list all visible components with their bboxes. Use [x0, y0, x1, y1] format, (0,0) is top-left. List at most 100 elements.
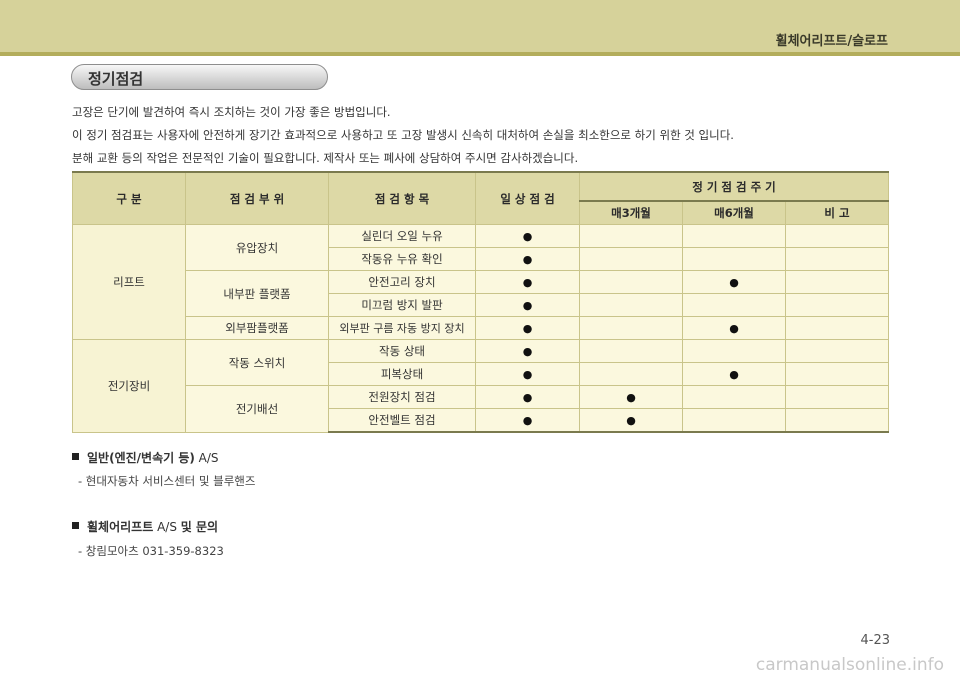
part-cell: 내부판 플랫폼: [185, 270, 329, 317]
remark-cell: [784, 247, 890, 271]
top-banner-rule: [0, 52, 960, 56]
header-remark: 비 고: [784, 200, 890, 225]
6month-cell: [682, 224, 786, 248]
note-heading-rest: A/S: [153, 520, 181, 534]
remark-cell: [784, 362, 890, 386]
6month-cell: [682, 408, 786, 433]
item-cell: 작동 상태: [328, 339, 476, 363]
part-cell: 유압장치: [185, 224, 329, 271]
6month-cell: ●: [682, 270, 786, 294]
check-dot-icon: ●: [522, 253, 533, 266]
daily-cell: ●: [475, 339, 580, 363]
3month-cell: [579, 316, 683, 340]
note-heading-suffix: 및 문의: [180, 520, 219, 534]
header-6month: 매6개월: [682, 200, 786, 225]
3month-cell: [579, 270, 683, 294]
3month-cell: [579, 362, 683, 386]
header-3month: 매3개월: [579, 200, 683, 225]
note-heading: 휠체어리프트: [87, 520, 154, 534]
section-heading: 정기점검: [71, 64, 328, 90]
3month-cell: [579, 339, 683, 363]
intro-line: 분해 교환 등의 작업은 전문적인 기술이 필요합니다. 제작사 또는 폐사에 …: [72, 151, 579, 165]
service-note-general-detail: - 현대자동차 서비스센터 및 블루핸즈: [78, 474, 256, 488]
item-cell: 안전벨트 점검: [328, 408, 476, 433]
check-dot-icon: ●: [522, 345, 533, 358]
remark-cell: [784, 316, 890, 340]
page-number: 4-23: [860, 633, 890, 648]
daily-cell: ●: [475, 270, 580, 294]
item-cell: 실린더 오일 누유: [328, 224, 476, 248]
table-row: 전기장비 작동 스위치 작동 상태 ●: [72, 339, 890, 433]
item-cell: 외부판 구름 자동 방지 장치: [328, 316, 476, 340]
3month-cell: [579, 293, 683, 317]
remark-cell: [784, 408, 890, 433]
6month-cell: ●: [682, 362, 786, 386]
item-cell: 미끄럼 방지 발판: [328, 293, 476, 317]
6month-cell: ●: [682, 316, 786, 340]
item-cell: 피복상태: [328, 362, 476, 386]
daily-cell: ●: [475, 316, 580, 340]
check-dot-icon: ●: [729, 322, 739, 335]
header-daily: 일 상 점 검: [475, 171, 580, 225]
check-dot-icon: ●: [522, 414, 533, 427]
service-note-general: 일반(엔진/변속기 등) A/S: [72, 449, 219, 466]
check-dot-icon: ●: [522, 276, 533, 289]
6month-cell: [682, 385, 786, 409]
remark-cell: [784, 339, 890, 363]
6month-cell: [682, 339, 786, 363]
bullet-square-icon: [72, 453, 79, 460]
service-note-lift-detail: - 창림모아츠 031-359-8323: [78, 544, 224, 558]
daily-cell: ●: [475, 408, 580, 433]
3month-cell: [579, 247, 683, 271]
note-heading: 일반(엔진/변속기 등): [87, 451, 195, 465]
part-cell: 외부팜플랫폼: [185, 316, 329, 340]
table-row: 내부판 플랫폼 안전고리 장치 ● ●: [73, 270, 890, 317]
check-dot-icon: ●: [522, 322, 533, 335]
check-dot-icon: ●: [729, 368, 739, 381]
header-item: 점 검 항 목: [328, 171, 476, 225]
3month-cell: ●: [579, 408, 683, 433]
note-heading-rest: A/S: [194, 451, 219, 465]
category-cell: 리프트: [72, 224, 186, 340]
table-row: 외부팜플랫폼 외부판 구름 자동 방지 장치 ● ●: [73, 316, 890, 340]
daily-cell: ●: [475, 293, 580, 317]
3month-cell: ●: [579, 385, 683, 409]
header-part: 점 검 부 위: [185, 171, 329, 225]
daily-cell: ●: [475, 385, 580, 409]
remark-cell: [784, 385, 890, 409]
service-note-lift: 휠체어리프트 A/S 및 문의: [72, 518, 218, 535]
6month-cell: [682, 247, 786, 271]
6month-cell: [682, 293, 786, 317]
part-cell: 작동 스위치: [185, 339, 329, 386]
check-dot-icon: ●: [522, 391, 533, 404]
table-row: 전기배선 전원장치 점검 ● ●: [73, 385, 890, 433]
check-dot-icon: ●: [522, 230, 533, 243]
daily-cell: ●: [475, 362, 580, 386]
check-dot-icon: ●: [729, 276, 739, 289]
item-cell: 안전고리 장치: [328, 270, 476, 294]
intro-paragraph: 고장은 단기에 발견하여 즉시 조치하는 것이 가장 좋은 방법입니다. 이 정…: [72, 101, 734, 170]
table-row: 리프트 유압장치 실린더 오일 누유 ●: [72, 224, 890, 340]
intro-line: 이 정기 점검표는 사용자에 안전하게 장기간 효과적으로 사용하고 또 고장 …: [72, 128, 734, 142]
bullet-square-icon: [72, 522, 79, 529]
category-cell: 전기장비: [72, 339, 186, 433]
check-dot-icon: ●: [522, 299, 533, 312]
remark-cell: [784, 270, 890, 294]
intro-line: 고장은 단기에 발견하여 즉시 조치하는 것이 가장 좋은 방법입니다.: [72, 105, 391, 119]
daily-cell: ●: [475, 247, 580, 271]
item-cell: 전원장치 점검: [328, 385, 476, 409]
part-cell: 전기배선: [185, 385, 329, 433]
3month-cell: [579, 224, 683, 248]
section-title: 정기점검: [88, 70, 144, 88]
item-cell: 작동유 누유 확인: [328, 247, 476, 271]
watermark: carmanualsonline.info: [755, 655, 944, 675]
maintenance-table: 구 분 점 검 부 위 점 검 항 목 일 상 점 검 정 기 점 검 주 기 …: [72, 171, 890, 433]
remark-cell: [784, 224, 890, 248]
header-category: 구 분: [72, 171, 186, 225]
chapter-title: 휠체어리프트/슬로프: [775, 34, 888, 49]
check-dot-icon: ●: [626, 414, 636, 427]
header-cycle: 정 기 점 검 주 기: [578, 171, 890, 202]
check-dot-icon: ●: [522, 368, 533, 381]
daily-cell: ●: [475, 224, 580, 248]
remark-cell: [784, 293, 890, 317]
